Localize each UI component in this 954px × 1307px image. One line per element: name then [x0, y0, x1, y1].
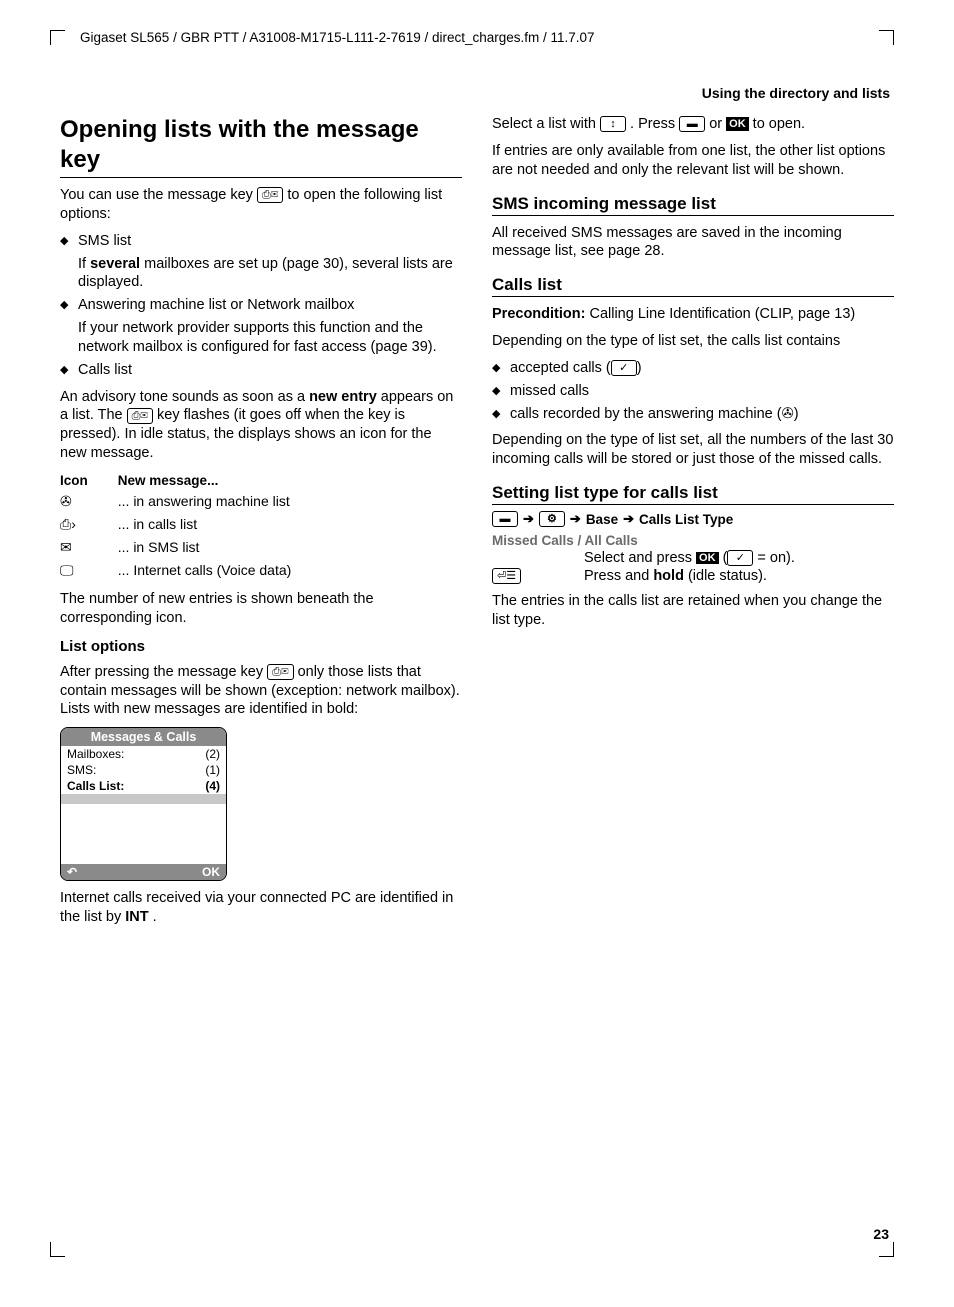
step-press-hold: ⏎☰ Press and hold (idle status).	[492, 568, 894, 584]
ok-badge: OK	[696, 552, 719, 564]
calls-list-icon: ⎙›	[60, 513, 118, 536]
monitor-icon: 🖵	[60, 559, 118, 582]
display-key-icon: ▬	[679, 116, 705, 132]
last-30-note: Depending on the type of list set, all t…	[492, 431, 894, 469]
phone-title: Messages & Calls	[61, 728, 226, 746]
crop-mark	[50, 1242, 65, 1257]
two-column-layout: Opening lists with the message key You c…	[60, 115, 894, 935]
settings-menu-icon: ⚙	[539, 511, 565, 527]
nav-base: Base	[586, 512, 618, 527]
arrow-icon: ➔	[570, 511, 581, 527]
phone-screen-mock: Messages & Calls Mailboxes: (2) SMS: (1)…	[60, 727, 227, 881]
arrow-icon: ➔	[623, 511, 634, 527]
back-softkey-icon: ↶	[67, 865, 77, 879]
doc-header-path: Gigaset SL565 / GBR PTT / A31008-M1715-L…	[80, 30, 595, 45]
row-internet-calls: ... Internet calls (Voice data)	[118, 559, 322, 582]
icon-meaning-table: Icon New message... ✇ ... in answering m…	[60, 471, 321, 582]
bullet-calls-list: Calls list	[78, 361, 462, 380]
display-key-icon: ▬	[492, 511, 518, 527]
ok-softkey: OK	[202, 865, 220, 879]
phone-separator	[61, 794, 226, 804]
heading-setting-list-type: Setting list type for calls list	[492, 483, 894, 505]
advisory-paragraph: An advisory tone sounds as soon as a new…	[60, 388, 462, 463]
tape-icon: ✇	[782, 406, 794, 422]
nav-calls-list-type: Calls List Type	[639, 512, 733, 527]
document-page: Gigaset SL565 / GBR PTT / A31008-M1715-L…	[0, 0, 954, 1307]
right-column: Select a list with ↕ . Press ▬ or OK to …	[492, 115, 894, 935]
bullet-answering-machine: Answering machine list or Network mailbo…	[78, 296, 462, 357]
th-new-message: New message...	[118, 471, 322, 490]
sms-incoming-body: All received SMS messages are saved in t…	[492, 224, 894, 262]
heading-calls-list: Calls list	[492, 275, 894, 297]
step-select-press: Select and press OK (✓ = on).	[492, 550, 894, 566]
bullet-missed-calls: missed calls	[510, 382, 894, 401]
intro-paragraph: You can use the message key ⎙✉ to open t…	[60, 186, 462, 224]
select-list-instruction: Select a list with ↕ . Press ▬ or OK to …	[492, 115, 894, 134]
message-key-icon: ⎙✉	[257, 187, 283, 203]
row-sms-list: ... in SMS list	[118, 536, 322, 559]
phone-blank-area	[61, 804, 226, 864]
checkmark-icon: ✓	[727, 550, 753, 566]
precondition: Precondition: Calling Line Identificatio…	[492, 305, 894, 324]
retained-note: The entries in the calls list are retain…	[492, 592, 894, 630]
menu-navigation-path: ▬ ➔ ⚙ ➔ Base ➔ Calls List Type	[492, 511, 894, 527]
list-options-paragraph: After pressing the message key ⎙✉ only t…	[60, 663, 462, 720]
nav-up-down-icon: ↕	[600, 116, 626, 132]
option-missed-all: Missed Calls / All Calls	[492, 533, 894, 548]
message-key-icon: ⎙✉	[127, 408, 153, 424]
crop-mark	[879, 30, 894, 45]
heading-opening-lists: Opening lists with the message key	[60, 115, 462, 178]
row-answering-machine: ... in answering machine list	[118, 490, 322, 513]
checkmark-icon: ✓	[611, 360, 637, 376]
tape-icon: ✇	[60, 490, 118, 513]
bullet-accepted-calls: accepted calls (✓)	[510, 359, 894, 378]
one-list-note: If entries are only available from one l…	[492, 142, 894, 180]
phone-row-sms: SMS: (1)	[61, 762, 226, 778]
internet-calls-note: Internet calls received via your connect…	[60, 889, 462, 927]
crop-mark	[879, 1242, 894, 1257]
page-number: 23	[873, 1226, 889, 1242]
message-key-icon: ⎙✉	[267, 664, 293, 680]
below-table-note: The number of new entries is shown benea…	[60, 590, 462, 628]
section-title: Using the directory and lists	[60, 85, 894, 101]
calls-list-bullets: accepted calls (✓) missed calls calls re…	[492, 359, 894, 424]
phone-softkeys: ↶ OK	[61, 864, 226, 880]
arrow-icon: ➔	[523, 511, 534, 527]
list-options-bullets: SMS list If several mailboxes are set up…	[60, 232, 462, 380]
heading-sms-incoming: SMS incoming message list	[492, 194, 894, 216]
th-icon: Icon	[60, 471, 118, 490]
depending-intro: Depending on the type of list set, the c…	[492, 332, 894, 351]
phone-row-mailboxes: Mailboxes: (2)	[61, 746, 226, 762]
envelope-icon: ✉	[60, 536, 118, 559]
crop-mark	[50, 30, 65, 45]
phone-row-calls-list: Calls List: (4)	[61, 778, 226, 794]
bullet-sms-list: SMS list If several mailboxes are set up…	[78, 232, 462, 293]
row-calls-list: ... in calls list	[118, 513, 322, 536]
bullet-recorded-calls: calls recorded by the answering machine …	[510, 405, 894, 424]
left-column: Opening lists with the message key You c…	[60, 115, 462, 935]
hangup-key-icon: ⏎☰	[492, 568, 521, 584]
ok-badge: OK	[726, 117, 749, 131]
heading-list-options: List options	[60, 638, 462, 655]
